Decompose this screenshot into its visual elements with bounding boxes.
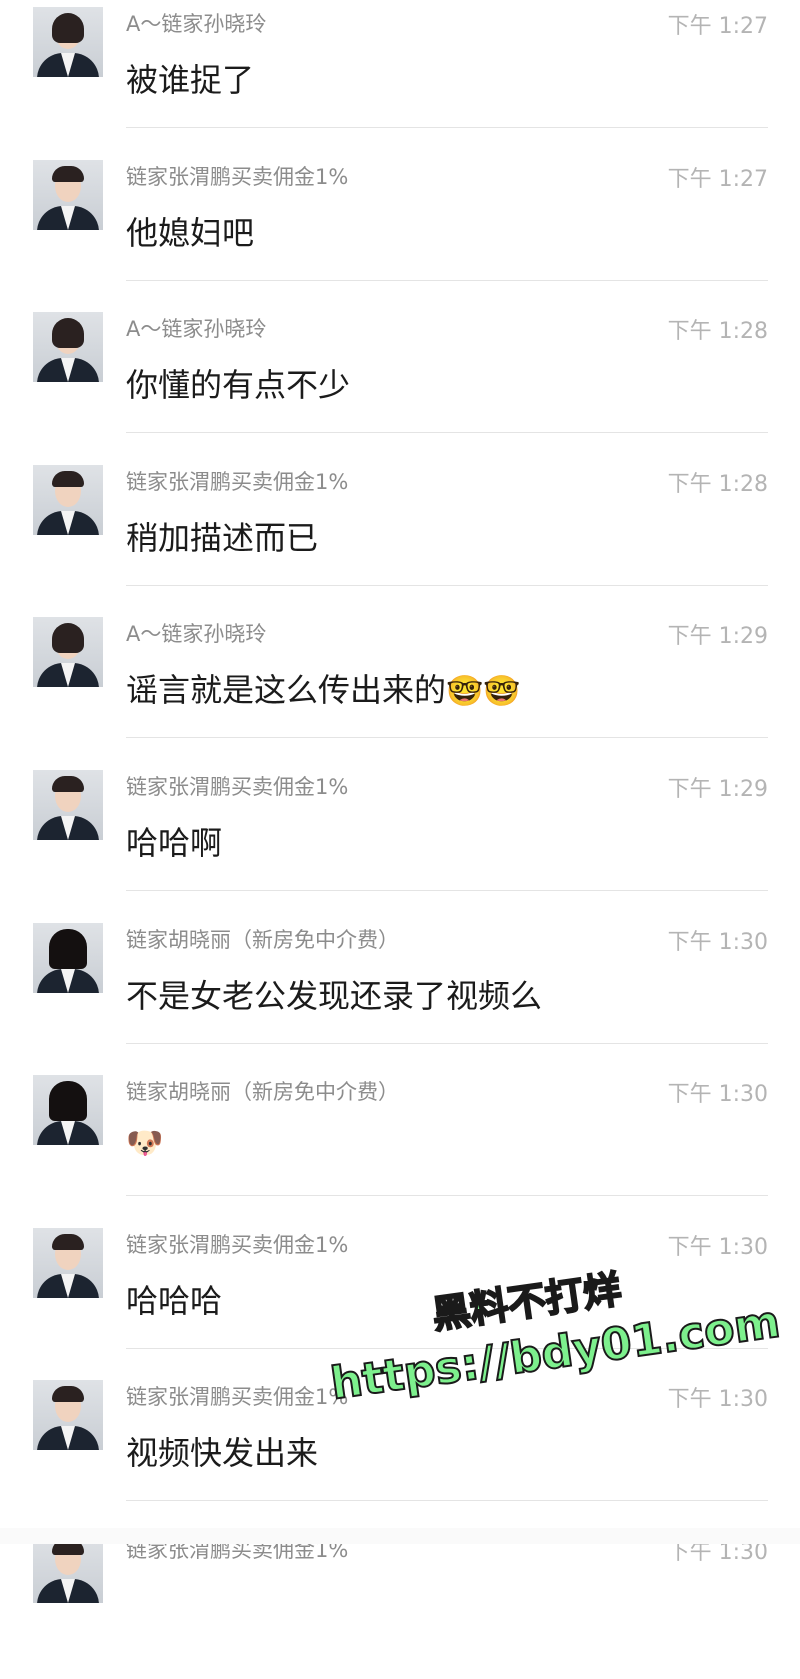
avatar[interactable] — [33, 923, 103, 993]
avatar[interactable] — [33, 1380, 103, 1450]
message-text-content: 哈哈哈 — [126, 1282, 223, 1320]
message-time: 下午 1:30 — [667, 1235, 768, 1260]
message-text: 视频快发出来 — [126, 1428, 318, 1474]
chat-message[interactable]: A～链家孙晓玲 下午 1:29 谣言就是这么传出来的🤓🤓 — [0, 610, 800, 763]
divider — [126, 737, 768, 738]
chat-message[interactable]: 链家胡晓丽（新房免中介费） 下午 1:30 不是女老公发现还录了视频么 — [0, 916, 800, 1069]
divider — [126, 585, 768, 586]
avatar-hair — [49, 929, 87, 969]
message-text-content: 谣言就是这么传出来的 — [126, 671, 447, 709]
message-time: 下午 1:29 — [667, 777, 768, 802]
avatar-hair — [52, 13, 84, 43]
message-text: 哈哈哈 — [126, 1276, 222, 1322]
divider — [126, 1043, 768, 1044]
chat-message[interactable]: 链家张渭鹏买卖佣金1% 下午 1:30 视频快发出来 — [0, 1373, 800, 1526]
sender-name: 链家胡晓丽（新房免中介费） — [126, 928, 399, 952]
message-text-content: 稍加描述而已 — [126, 519, 319, 557]
message-text: 🐶 — [126, 1123, 163, 1161]
sender-name: 链家张渭鹏买卖佣金1% — [126, 470, 349, 494]
avatar-hair — [52, 318, 84, 348]
message-text: 你懂的有点不少 — [126, 360, 350, 406]
avatar[interactable] — [33, 1228, 103, 1298]
message-text: 他媳妇吧 — [126, 208, 254, 254]
divider — [126, 1348, 768, 1349]
sender-name: A～链家孙晓玲 — [126, 317, 267, 341]
emoji-icon: 🐶 — [126, 1126, 164, 1161]
emoji-icon: 🤓🤓 — [446, 674, 521, 709]
avatar[interactable] — [33, 1075, 103, 1145]
divider — [126, 432, 768, 433]
divider — [126, 1500, 768, 1501]
avatar-hair — [52, 623, 84, 653]
message-text-content: 不是女老公发现还录了视频么 — [126, 977, 543, 1015]
avatar[interactable] — [33, 7, 103, 77]
message-text: 稍加描述而已 — [126, 513, 318, 559]
message-text: 哈哈啊 — [126, 818, 222, 864]
avatar[interactable] — [33, 465, 103, 535]
message-text-content: 哈哈啊 — [126, 824, 223, 862]
avatar-hair — [52, 471, 84, 487]
chat-message[interactable]: A～链家孙晓玲 下午 1:27 被谁捉了 — [0, 0, 800, 153]
message-time: 下午 1:30 — [667, 1082, 768, 1107]
avatar[interactable] — [33, 770, 103, 840]
divider — [126, 890, 768, 891]
message-text: 谣言就是这么传出来的🤓🤓 — [126, 665, 521, 711]
sender-name: 链家张渭鹏买卖佣金1% — [126, 165, 349, 189]
chat-message[interactable]: 链家张渭鹏买卖佣金1% 下午 1:30 — [0, 1526, 800, 1679]
sender-name: 链家张渭鹏买卖佣金1% — [126, 1233, 349, 1257]
message-time: 下午 1:29 — [667, 624, 768, 649]
message-text-content: 你懂的有点不少 — [126, 366, 351, 404]
avatar-hair — [52, 1386, 84, 1402]
avatar[interactable] — [33, 617, 103, 687]
chat-message[interactable]: 链家张渭鹏买卖佣金1% 下午 1:30 哈哈哈 — [0, 1221, 800, 1374]
message-time: 下午 1:27 — [667, 167, 768, 192]
message-time: 下午 1:30 — [667, 1387, 768, 1412]
message-time: 下午 1:30 — [667, 930, 768, 955]
chat-message[interactable]: 链家胡晓丽（新房免中介费） 下午 1:30 🐶 — [0, 1068, 800, 1221]
message-time: 下午 1:27 — [667, 14, 768, 39]
sender-name: 链家胡晓丽（新房免中介费） — [126, 1080, 399, 1104]
avatar[interactable] — [33, 160, 103, 230]
sender-name: 链家张渭鹏买卖佣金1% — [126, 775, 349, 799]
sender-name: A～链家孙晓玲 — [126, 12, 267, 36]
bottom-edge — [0, 1528, 800, 1544]
chat-message[interactable]: 链家张渭鹏买卖佣金1% 下午 1:28 稍加描述而已 — [0, 458, 800, 611]
chat-message[interactable]: 链家张渭鹏买卖佣金1% 下午 1:27 他媳妇吧 — [0, 153, 800, 306]
avatar-hair — [52, 1234, 84, 1250]
avatar-hair — [52, 776, 84, 792]
message-text-content: 视频快发出来 — [126, 1434, 319, 1472]
message-text: 不是女老公发现还录了视频么 — [126, 971, 542, 1017]
divider — [126, 1195, 768, 1196]
message-text-content: 他媳妇吧 — [126, 214, 255, 252]
sender-name: 链家张渭鹏买卖佣金1% — [126, 1385, 349, 1409]
message-time: 下午 1:28 — [667, 472, 768, 497]
message-text-content: 被谁捉了 — [126, 61, 255, 99]
chat-message[interactable]: A～链家孙晓玲 下午 1:28 你懂的有点不少 — [0, 305, 800, 458]
message-text: 被谁捉了 — [126, 55, 254, 101]
divider — [126, 127, 768, 128]
divider — [126, 280, 768, 281]
avatar-hair — [52, 166, 84, 182]
message-time: 下午 1:28 — [667, 319, 768, 344]
chat-message[interactable]: 链家张渭鹏买卖佣金1% 下午 1:29 哈哈啊 — [0, 763, 800, 916]
avatar-hair — [49, 1081, 87, 1121]
sender-name: A～链家孙晓玲 — [126, 622, 267, 646]
avatar[interactable] — [33, 312, 103, 382]
